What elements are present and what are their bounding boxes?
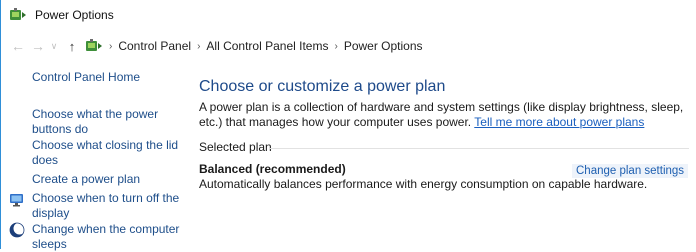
recent-locations-chevron-icon[interactable]: ∨ <box>47 36 61 56</box>
monitor-icon <box>10 194 23 207</box>
breadcrumb-separator-icon: › <box>197 40 201 52</box>
plan-name: Balanced (recommended) <box>199 162 346 176</box>
sidebar-item-sleep[interactable]: Change when the computer sleeps <box>32 222 182 252</box>
breadcrumb-separator-icon: › <box>109 40 113 52</box>
power-options-icon <box>86 39 102 51</box>
breadcrumb-control-panel[interactable]: Control Panel <box>118 39 191 53</box>
power-options-icon <box>10 8 26 20</box>
forward-arrow-icon[interactable]: → <box>29 36 47 56</box>
sidebar-item-lid[interactable]: Choose what closing the lid does <box>32 138 182 168</box>
plan-description: Automatically balances performance with … <box>199 177 648 191</box>
title-bar: Power Options <box>1 0 696 30</box>
back-arrow-icon[interactable]: ← <box>9 36 27 56</box>
breadcrumb-separator-icon: › <box>334 40 338 52</box>
moon-icon <box>9 222 25 238</box>
sidebar-home-link[interactable]: Control Panel Home <box>32 70 140 84</box>
sidebar-item-power-buttons[interactable]: Choose what the power buttons do <box>32 107 182 137</box>
breadcrumb-power-options[interactable]: Power Options <box>344 39 423 53</box>
sidebar-item-display-off[interactable]: Choose when to turn off the display <box>32 191 182 221</box>
learn-more-link[interactable]: Tell me more about power plans <box>474 115 644 129</box>
address-bar: ← → ∨ ↑ › Control Panel › All Control Pa… <box>1 34 696 58</box>
selected-plan-label: Selected plan <box>199 140 272 154</box>
up-arrow-icon[interactable]: ↑ <box>63 36 81 56</box>
sidebar-item-create-plan[interactable]: Create a power plan <box>32 172 182 187</box>
change-plan-settings-link[interactable]: Change plan settings <box>572 164 689 178</box>
breadcrumb-all-items[interactable]: All Control Panel Items <box>206 39 328 53</box>
intro-text: A power plan is a collection of hardware… <box>199 100 696 130</box>
page-title: Choose or customize a power plan <box>199 78 446 95</box>
group-divider <box>269 148 689 149</box>
window-title: Power Options <box>35 8 114 22</box>
